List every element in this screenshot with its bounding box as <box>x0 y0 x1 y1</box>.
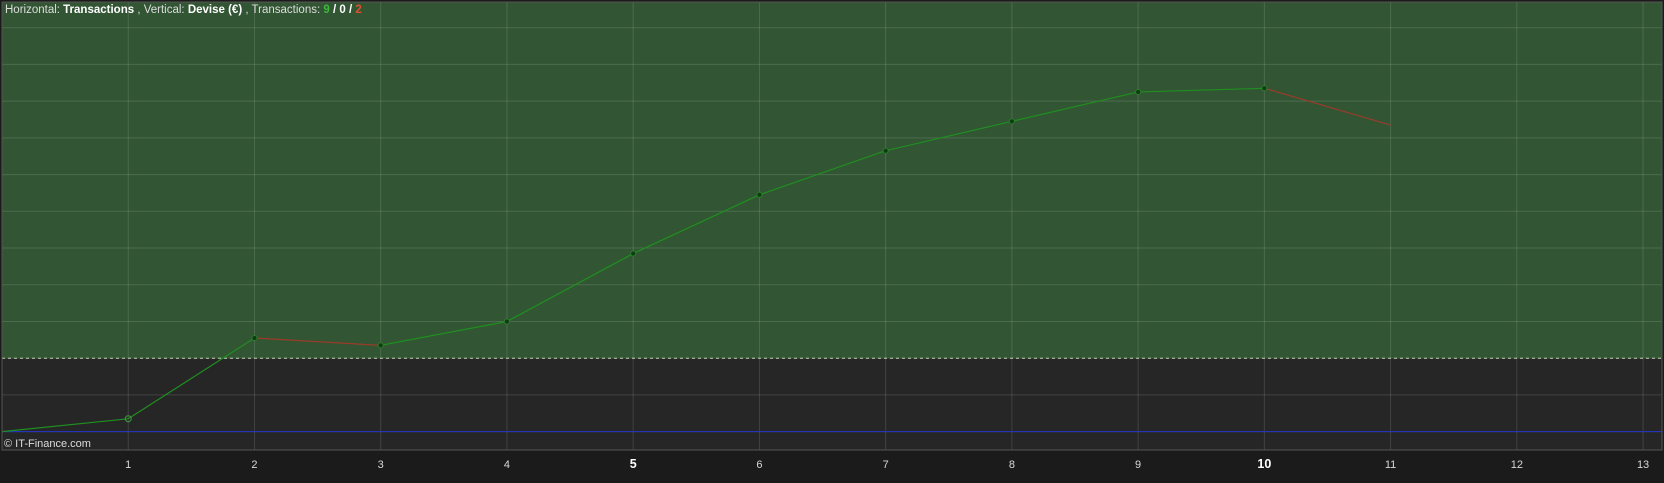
data-point <box>756 191 763 198</box>
watermark: © IT-Finance.com <box>4 438 91 450</box>
x-tick-label: 3 <box>378 459 384 471</box>
horizontal-value: Transactions <box>63 4 134 16</box>
x-tick-label: 7 <box>883 459 889 471</box>
loss-zone <box>2 358 1662 450</box>
vertical-value: Devise (€) <box>188 4 243 16</box>
data-point <box>1261 85 1268 92</box>
equity-curve-chart: 1 2 3 4 5 6 7 8 9 10 11 12 13 Horizontal: Transactio… <box>0 0 1664 478</box>
data-point <box>503 318 511 325</box>
wins-count: 9 <box>323 4 329 16</box>
chart-canvas: 1 2 3 4 5 6 7 8 9 10 11 12 13 Horizontal: Transactio… <box>0 0 1664 478</box>
x-tick-label: 10 <box>1257 457 1271 471</box>
x-tick-label: 4 <box>504 459 510 471</box>
x-tick-label: 6 <box>756 459 762 471</box>
x-tick-label: 11 <box>1385 459 1396 471</box>
chart-header: Horizontal: Transactions , Vertical: Dev… <box>5 4 362 16</box>
transactions-prefix: , Transactions: <box>245 4 323 16</box>
x-tick-label: 12 <box>1511 459 1523 471</box>
x-tick-label: 9 <box>1135 459 1141 471</box>
x-tick-label: 1 <box>125 459 131 471</box>
horizontal-prefix: Horizontal: <box>5 4 63 16</box>
x-tick-label: 8 <box>1009 459 1015 471</box>
data-point <box>1135 88 1142 96</box>
neutral-count: 0 <box>339 4 345 16</box>
x-tick-label: 5 <box>630 457 637 471</box>
losses-count: 2 <box>355 4 361 16</box>
x-tick-label: 2 <box>251 459 257 471</box>
data-point <box>630 250 637 257</box>
vertical-prefix: , Vertical: <box>137 4 188 16</box>
data-point <box>882 147 889 154</box>
x-tick-label: 13 <box>1637 459 1649 471</box>
data-point <box>251 334 258 342</box>
data-point <box>1008 118 1015 125</box>
data-point <box>377 342 384 349</box>
profit-zone <box>2 2 1662 359</box>
